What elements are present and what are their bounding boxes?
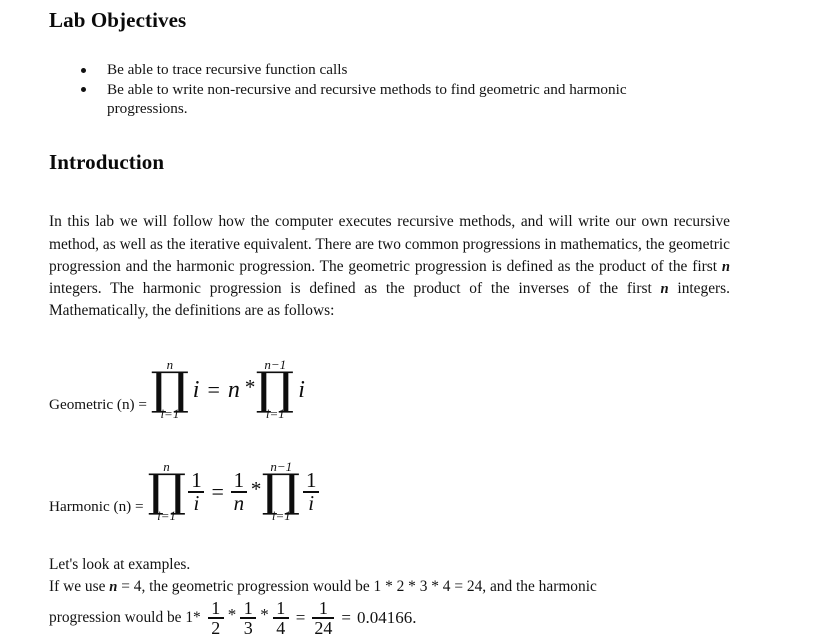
fraction-numerator: 1 bbox=[276, 598, 286, 618]
list-item: Be able to trace recursive function call… bbox=[78, 60, 698, 80]
product-operand: i bbox=[298, 376, 305, 403]
equals-sign: = bbox=[341, 608, 351, 628]
math-variable-n: n bbox=[721, 258, 730, 275]
fraction-denominator: 3 bbox=[243, 617, 253, 638]
fraction-one-half: 1 2 bbox=[205, 599, 227, 637]
bullet-dot-icon bbox=[81, 87, 86, 92]
fraction-denominator: n bbox=[233, 490, 245, 515]
examples-text-part-1: If we use bbox=[49, 577, 110, 595]
fraction-one-over-i: 1 i bbox=[300, 467, 322, 515]
fraction-denominator: i bbox=[308, 490, 315, 515]
fraction-one-twentyfourth: 1 24 bbox=[309, 599, 337, 637]
fraction-numerator: 1 bbox=[243, 598, 253, 618]
examples-line-1: Let's look at examples. bbox=[49, 556, 191, 573]
equals-sign: = bbox=[211, 479, 224, 505]
fraction-numerator: 1 bbox=[305, 467, 317, 492]
fraction-denominator: i bbox=[193, 490, 200, 515]
fraction-one-third: 1 3 bbox=[237, 599, 259, 637]
document-page: Lab Objectives Be able to trace recursiv… bbox=[0, 0, 819, 644]
fraction-one-over-n: 1 n bbox=[228, 467, 250, 515]
fraction-denominator: 4 bbox=[276, 617, 286, 638]
formula-geometric-expression: n ∏ i=1 i = n * n−1 ∏ i=1 i bbox=[151, 358, 309, 420]
objectives-list: Be able to trace recursive function call… bbox=[78, 60, 698, 119]
product-symbol-icon: ∏ bbox=[150, 362, 190, 415]
examples-text-part-2: = 4, the geometric progression would be … bbox=[117, 577, 597, 595]
paragraph-text-part-1: In this lab we will follow how the compu… bbox=[49, 213, 730, 275]
product-symbol-icon: ∏ bbox=[261, 464, 301, 517]
examples-line-2: If we use n = 4, the geometric progressi… bbox=[49, 576, 749, 599]
section-heading-introduction: Introduction bbox=[49, 150, 165, 174]
factor-n: n bbox=[227, 376, 240, 403]
fraction-numerator: 1 bbox=[233, 467, 245, 492]
fraction-numerator: 1 bbox=[211, 598, 221, 618]
fraction-denominator: 24 bbox=[314, 617, 333, 638]
multiplication-sign: * bbox=[227, 605, 237, 625]
fraction-one-over-i: 1 i bbox=[185, 467, 207, 515]
examples-paragraph: Let's look at examples. If we use n = 4,… bbox=[49, 554, 749, 598]
product-symbol-icon: ∏ bbox=[147, 464, 186, 517]
formula-label-harmonic: Harmonic (n) = bbox=[49, 498, 144, 516]
list-item: Be able to write non-recursive and recur… bbox=[78, 80, 698, 119]
harmonic-example-computation: progression would be 1* 1 2 * 1 3 * 1 4 … bbox=[49, 598, 417, 638]
formula-harmonic: Harmonic (n) = n ∏ i=1 1 i = 1 n * n−1 ∏ bbox=[49, 460, 322, 522]
multiplication-sign: * bbox=[260, 605, 269, 625]
fraction-one-fourth: 1 4 bbox=[270, 599, 292, 637]
product-operator: n ∏ i=1 bbox=[147, 460, 186, 522]
product-operator: n−1 ∏ i=1 bbox=[255, 358, 295, 420]
product-symbol-icon: ∏ bbox=[255, 362, 295, 415]
list-item-label: Be able to write non-recursive and recur… bbox=[107, 80, 627, 118]
formula-harmonic-expression: n ∏ i=1 1 i = 1 n * n−1 ∏ i=1 1 i bbox=[147, 460, 323, 522]
product-operand: i bbox=[192, 376, 200, 403]
multiplication-sign: * bbox=[250, 476, 262, 501]
paragraph-text-part-2: integers. The harmonic progression is de… bbox=[49, 280, 661, 297]
product-operator: n−1 ∏ i=1 bbox=[261, 460, 301, 522]
math-variable-n: n bbox=[660, 281, 669, 297]
list-item-label: Be able to trace recursive function call… bbox=[107, 61, 348, 78]
fraction-numerator: 1 bbox=[191, 467, 202, 492]
formula-geometric: Geometric (n) = n ∏ i=1 i = n * n−1 ∏ i=… bbox=[49, 358, 309, 420]
fraction-numerator: 1 bbox=[318, 598, 328, 618]
equals-sign: = bbox=[207, 377, 220, 403]
equals-sign: = bbox=[295, 608, 306, 628]
bullet-dot-icon bbox=[81, 67, 86, 73]
formula-label-geometric: Geometric (n) = bbox=[49, 396, 147, 414]
computation-result: 0.04166. bbox=[356, 608, 417, 628]
multiplication-sign: * bbox=[244, 374, 256, 399]
fraction-denominator: 2 bbox=[211, 617, 221, 638]
introduction-paragraph: In this lab we will follow how the compu… bbox=[49, 211, 730, 322]
product-operator: n ∏ i=1 bbox=[150, 358, 190, 420]
computation-lead-text: progression would be 1* bbox=[49, 609, 201, 627]
section-heading-lab-objectives: Lab Objectives bbox=[49, 8, 187, 32]
